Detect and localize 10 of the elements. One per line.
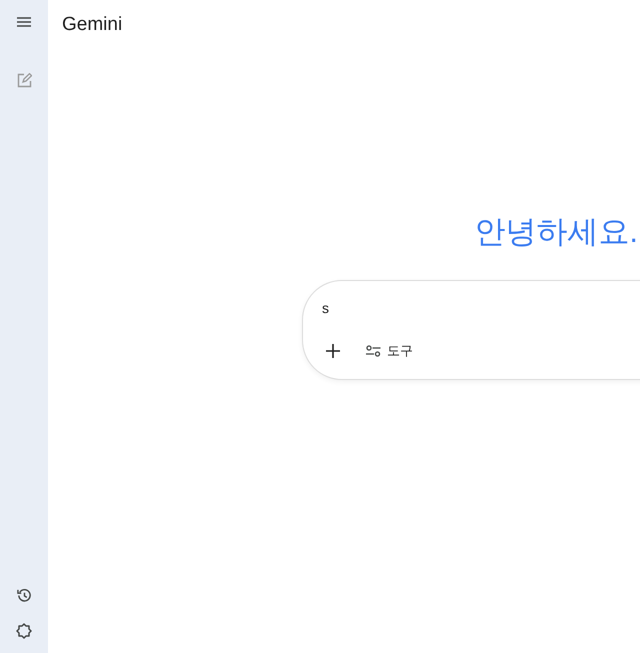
tools-button[interactable]: 도구 bbox=[366, 340, 413, 360]
sliders-icon bbox=[366, 344, 381, 357]
history-icon bbox=[16, 588, 32, 602]
app-title: Gemini bbox=[62, 13, 124, 37]
settings-icon bbox=[16, 623, 32, 639]
menu-icon bbox=[17, 17, 31, 27]
edit-icon bbox=[16, 72, 32, 88]
plus-icon bbox=[326, 344, 340, 358]
greeting-heading: 안녕하세요. bbox=[474, 212, 638, 250]
input-field[interactable]: s bbox=[322, 298, 622, 319]
